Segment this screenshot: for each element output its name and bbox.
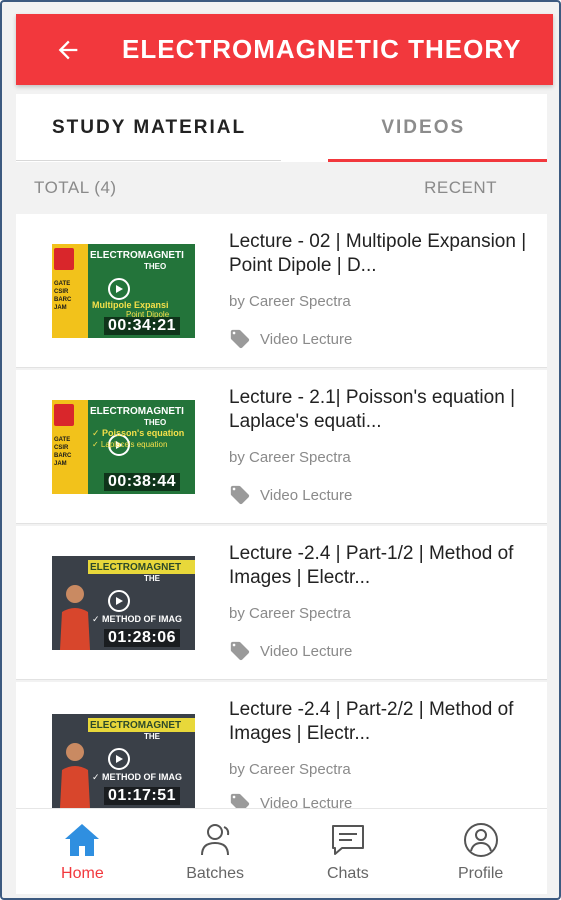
video-card[interactable]: ELECTROMAGNET THE ✓ METHOD OF IMAG 01:28… — [16, 526, 547, 680]
thumbnail-heading: ELECTROMAGNET — [90, 562, 182, 573]
play-icon — [108, 278, 130, 300]
nav-home-label: Home — [61, 865, 104, 882]
presenter-image — [60, 585, 90, 650]
video-list: GATE CSIR BARC JAM ELECTROMAGNETI THEO Mult… — [16, 214, 547, 824]
video-author: by Career Spectra — [229, 449, 351, 466]
tag-icon — [230, 329, 250, 349]
video-card[interactable]: GATE CSIR BARC JAM ELECTROMAGNETI THEO Mult… — [16, 214, 547, 368]
nav-profile[interactable]: Profile — [414, 809, 547, 894]
video-duration: 01:28:06 — [104, 629, 181, 647]
video-tag-label: Video Lecture — [260, 642, 353, 660]
presenter-image — [60, 743, 90, 808]
nav-batches[interactable]: Batches — [149, 809, 282, 894]
video-title[interactable]: Lecture - 2.1| Poisson's equation | Lapl… — [229, 386, 534, 434]
tab-bar: STUDY MATERIAL VIDEOS — [16, 94, 547, 162]
video-title[interactable]: Lecture -2.4 | Part-2/2 | Method of Imag… — [229, 698, 534, 746]
logo-icon — [54, 404, 74, 426]
video-duration: 01:17:51 — [104, 787, 181, 805]
back-button[interactable] — [38, 14, 98, 85]
video-thumbnail[interactable]: GATE CSIR BARC JAM ELECTROMAGNETI THEO Mult… — [52, 244, 195, 338]
total-count: TOTAL (4) — [34, 178, 117, 197]
nav-chats-label: Chats — [326, 865, 369, 882]
users-icon — [201, 824, 230, 856]
thumbnail-line-1: Multipole Expansi — [92, 300, 169, 310]
chat-icon — [331, 825, 364, 855]
play-icon — [108, 748, 130, 770]
nav-home[interactable]: Home — [16, 809, 149, 894]
app-frame: ELECTROMAGNETIC THEORY STUDY MATERIAL VI… — [0, 0, 561, 900]
video-card[interactable]: ELECTROMAGNET THE ✓ METHOD OF IMAG 01:17… — [16, 682, 547, 822]
tab-study-material-label: STUDY MATERIAL — [52, 117, 247, 138]
list-summary: TOTAL (4) RECENT — [16, 164, 547, 212]
video-tag: Video Lecture — [229, 484, 352, 506]
home-icon — [65, 824, 100, 856]
tab-videos-label: VIDEOS — [381, 117, 466, 138]
video-tag-label: Video Lecture — [260, 486, 353, 504]
thumbnail-heading-2: THE — [144, 574, 160, 583]
video-title[interactable]: Lecture -2.4 | Part-1/2 | Method of Imag… — [229, 542, 534, 590]
play-icon — [108, 590, 130, 612]
tag-icon — [230, 641, 250, 661]
app-bar: ELECTROMAGNETIC THEORY — [16, 14, 553, 85]
thumbnail-heading-2: THE — [144, 732, 160, 741]
tab-study-material[interactable]: STUDY MATERIAL — [16, 94, 300, 162]
video-title[interactable]: Lecture - 02 | Multipole Expansion | Poi… — [229, 230, 534, 278]
video-thumbnail[interactable]: ELECTROMAGNET THE ✓ METHOD OF IMAG 01:28… — [52, 556, 195, 650]
thumbnail-heading: ELECTROMAGNETI — [90, 406, 184, 417]
thumbnail-line-1: ✓ METHOD OF IMAG — [92, 772, 183, 782]
thumbnail-line-1: ✓ METHOD OF IMAG — [92, 614, 183, 624]
video-author: by Career Spectra — [229, 761, 351, 778]
video-thumbnail[interactable]: GATE CSIR BARC JAM ELECTROMAGNETI THEO ✓ Po… — [52, 400, 195, 494]
thumbnail-heading: ELECTROMAGNETI — [90, 250, 184, 261]
arrow-left-icon — [58, 40, 78, 59]
nav-chats[interactable]: Chats — [282, 809, 415, 894]
active-tab-indicator — [327, 159, 547, 162]
video-tag: Video Lecture — [229, 640, 352, 662]
thumbnail-line-1: ✓ Poisson's equation — [92, 428, 185, 438]
video-duration: 00:34:21 — [104, 317, 181, 335]
video-author: by Career Spectra — [229, 293, 351, 310]
profile-icon — [463, 823, 498, 857]
nav-batches-label: Batches — [186, 865, 245, 882]
video-thumbnail[interactable]: ELECTROMAGNET THE ✓ METHOD OF IMAG 01:17… — [52, 714, 195, 808]
video-tag: Video Lecture — [229, 328, 352, 350]
logo-icon — [54, 248, 74, 270]
video-card[interactable]: GATE CSIR BARC JAM ELECTROMAGNETI THEO ✓ Po… — [16, 370, 547, 524]
thumbnail-heading-2: THEO — [144, 262, 167, 271]
video-tag-label: Video Lecture — [260, 330, 353, 348]
sort-recent[interactable]: RECENT — [424, 178, 497, 198]
video-author: by Career Spectra — [229, 605, 351, 622]
thumbnail-line-2: ✓ Laplace's equation — [92, 440, 168, 449]
page-title: ELECTROMAGNETIC THEORY — [122, 34, 522, 64]
tab-videos[interactable]: VIDEOS — [300, 94, 547, 162]
video-duration: 00:38:44 — [104, 473, 181, 491]
thumbnail-heading: ELECTROMAGNET — [90, 720, 182, 731]
nav-profile-label: Profile — [457, 865, 504, 882]
bottom-navigation: Home Batches Chats Profile — [16, 808, 547, 894]
tab-divider — [16, 160, 281, 161]
thumbnail-heading-2: THEO — [144, 418, 167, 427]
tag-icon — [230, 485, 250, 505]
